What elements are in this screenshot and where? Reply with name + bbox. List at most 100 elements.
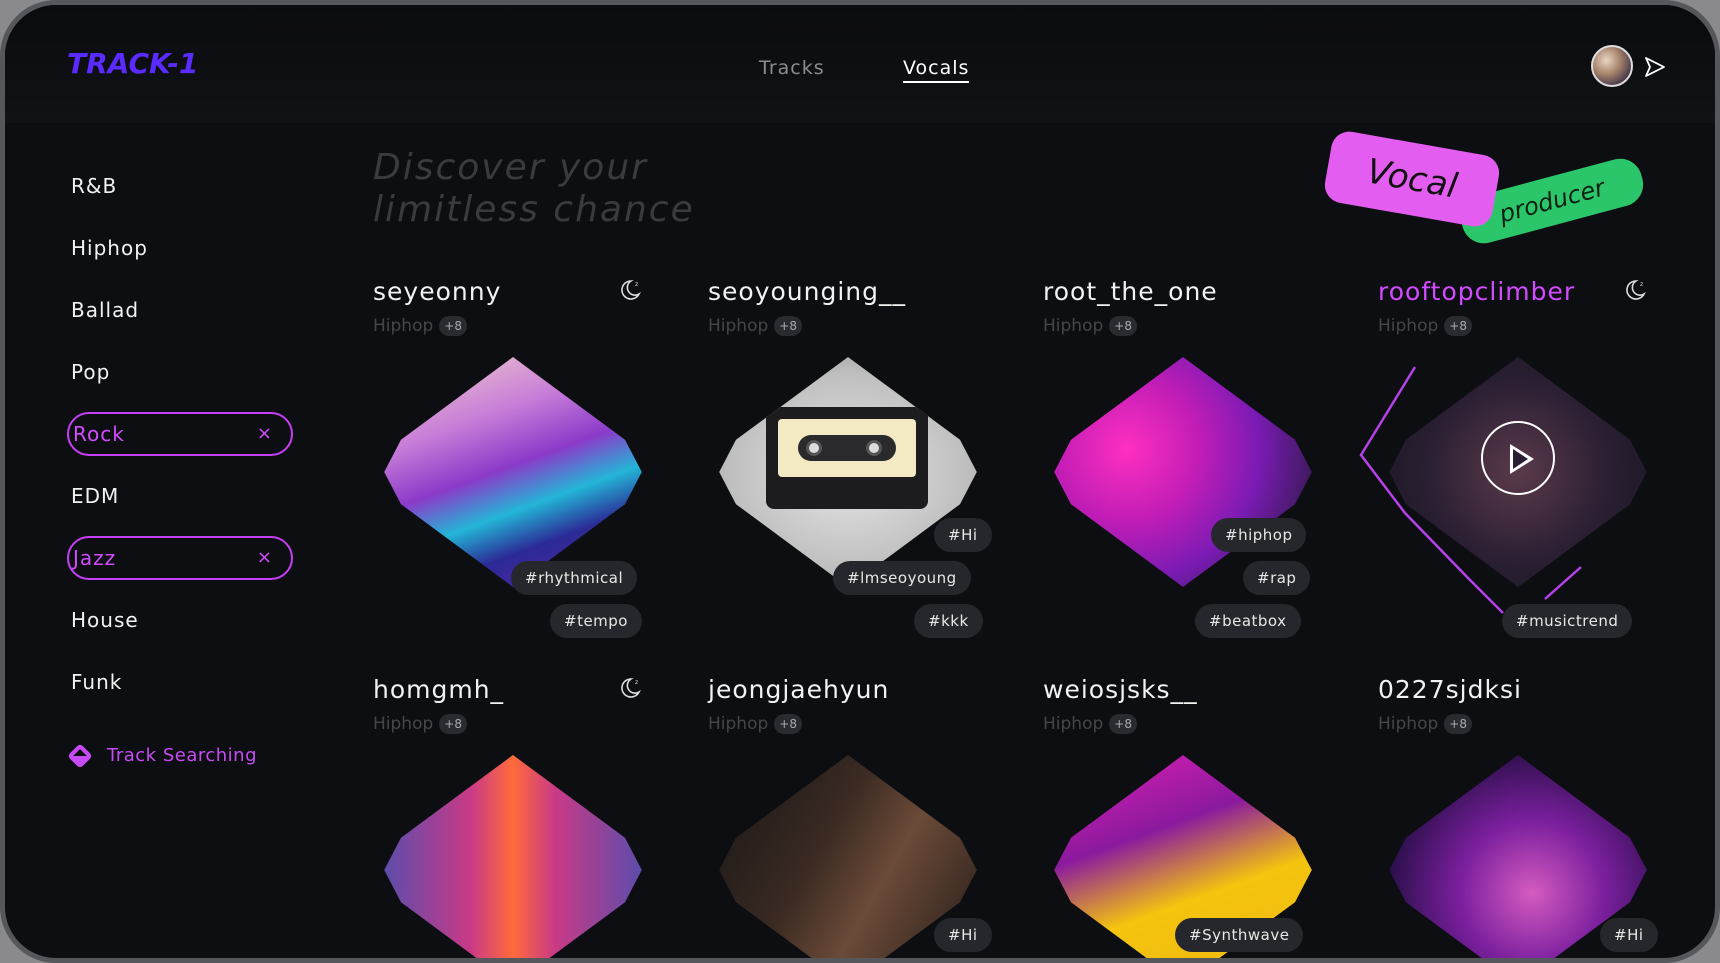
genre-hiphop[interactable]: Hiphop [67,217,307,279]
artist-genre: Hiphop +8 [708,316,988,336]
genre-house[interactable]: House [67,589,307,651]
vocal-sticker: Vocal [1322,128,1502,230]
brand-logo[interactable]: TRACK-1 [67,47,279,77]
moon-zzz-icon[interactable]: z [1622,277,1648,303]
genre-ballad[interactable]: Ballad [67,279,307,341]
artist-genre: Hiphop +8 [373,316,653,336]
artist-card-0227sjdksi[interactable]: 0227sjdksi Hiphop +8 #Hi [1378,675,1658,958]
hero-headline: Discover your limitless chance [373,147,793,231]
more-genres-badge[interactable]: +8 [774,714,802,734]
artist-card-homgmh[interactable]: homgmh_ Hiphop +8 z [373,675,653,958]
logo-text: TRACK-1 [67,47,198,77]
more-genres-badge[interactable]: +8 [1109,316,1137,336]
artist-name[interactable]: weiosjsks__ [1043,675,1323,704]
genre-label: Ballad [71,298,140,322]
artist-genre: Hiphop +8 [1378,316,1658,336]
moon-zzz-icon[interactable]: z [617,675,643,701]
nav-vocals[interactable]: Vocals [903,57,970,83]
artist-name[interactable]: seyeonny [373,277,653,306]
genre-label: Funk [71,670,123,694]
artist-name[interactable]: 0227sjdksi [1378,675,1658,704]
cassette-image [766,407,928,509]
artist-genre: Hiphop +8 [373,714,653,734]
more-genres-badge[interactable]: +8 [1444,714,1472,734]
genre-text: Hiphop [708,714,769,734]
artist-card-root-the-one[interactable]: root_the_one Hiphop +8 #hiphop #rap #beat… [1043,277,1323,638]
reel [866,440,882,456]
genre-label: Jazz [73,546,117,570]
genre-pop[interactable]: Pop [67,341,307,403]
genre-text: Hiphop [708,316,769,336]
cover-art[interactable] [384,357,642,587]
artist-name[interactable]: root_the_one [1043,277,1323,306]
tag-chip[interactable]: #tempo [550,604,642,638]
artist-card-jeongjaehyun[interactable]: jeongjaehyun Hiphop +8 #Hi [708,675,992,958]
genre-label: EDM [71,484,120,508]
tag-chip[interactable]: #rap [1243,561,1311,595]
more-genres-badge[interactable]: +8 [1444,316,1472,336]
artist-genre: Hiphop +8 [1378,714,1658,734]
remove-rock-icon[interactable]: × [257,423,273,444]
artist-card-rooftopclimber[interactable]: rooftopclimber Hiphop +8 z #musictrend [1378,277,1658,638]
tag-chip[interactable]: #rhythmical [511,561,638,595]
tag-chip[interactable]: #beatbox [1195,604,1301,638]
genre-text: Hiphop [373,316,434,336]
tag-chip[interactable]: #hiphop [1211,518,1307,552]
tag-chip[interactable]: #musictrend [1502,604,1633,638]
genre-rock[interactable]: Rock × [67,412,293,456]
more-genres-badge[interactable]: +8 [439,714,467,734]
genre-rb[interactable]: R&B [67,155,307,217]
artist-card-weiosjsks[interactable]: weiosjsks__ Hiphop +8 #Synthwave [1043,675,1323,958]
artist-name[interactable]: seoyounging__ [708,277,988,306]
play-icon[interactable] [1481,421,1555,495]
more-genres-badge[interactable]: +8 [439,316,467,336]
genre-jazz[interactable]: Jazz × [67,536,293,580]
artist-card-seyeonny[interactable]: seyeonny Hiphop +8 z #rhythmical #tempo [373,277,653,638]
reel [806,440,822,456]
cassette-window [798,435,896,461]
more-genres-badge[interactable]: +8 [1109,714,1137,734]
genre-label: Rock [73,422,125,446]
artist-name[interactable]: jeongjaehyun [708,675,988,704]
user-avatar[interactable] [1591,45,1633,87]
artist-name[interactable]: homgmh_ [373,675,653,704]
tag-chip[interactable]: #lmseoyoung [833,561,971,595]
nav-tracks[interactable]: Tracks [759,57,825,79]
genre-edm[interactable]: EDM [67,465,307,527]
genre-funk[interactable]: Funk [67,651,307,713]
moon-zzz-icon[interactable]: z [617,277,643,303]
genre-text: Hiphop [373,714,434,734]
genre-sidebar: R&B Hiphop Ballad Pop Rock × EDM Jazz × Ho… [67,155,307,713]
svg-text:z: z [635,679,638,686]
genre-text: Hiphop [1043,714,1104,734]
tag-chip[interactable]: #Hi [934,918,992,952]
diamond-search-icon [67,742,93,769]
cover-art[interactable] [1054,357,1312,587]
genre-text: Hiphop [1378,714,1439,734]
send-icon[interactable] [1643,55,1667,79]
more-genres-badge[interactable]: +8 [774,316,802,336]
genre-label: Hiphop [71,236,148,260]
tag-chip[interactable]: #Synthwave [1175,918,1304,952]
artist-genre: Hiphop +8 [708,714,988,734]
headline-line2: limitless chance [373,189,695,230]
remove-jazz-icon[interactable]: × [257,547,273,568]
tag-chip[interactable]: #Hi [934,518,992,552]
svg-text:z: z [1640,281,1643,288]
genre-label: House [71,608,139,632]
genre-text: Hiphop [1378,316,1439,336]
cover-art[interactable] [719,357,977,587]
genre-label: Pop [71,360,111,384]
artist-genre: Hiphop +8 [1043,714,1323,734]
svg-text:z: z [635,281,638,288]
artist-card-seoyounging[interactable]: seoyounging__ Hiphop +8 #Hi #lmseoyoung #… [708,277,992,638]
artist-genre: Hiphop +8 [1043,316,1323,336]
tag-chip[interactable]: #kkk [914,604,983,638]
track-search-link[interactable]: Track Searching [67,742,257,769]
genre-text: Hiphop [1043,316,1104,336]
headline-line1: Discover your [373,147,648,188]
cover-art[interactable] [384,755,642,958]
tag-chip[interactable]: #Hi [1600,918,1658,952]
artist-name[interactable]: rooftopclimber [1378,277,1658,306]
genre-label: R&B [71,174,118,198]
